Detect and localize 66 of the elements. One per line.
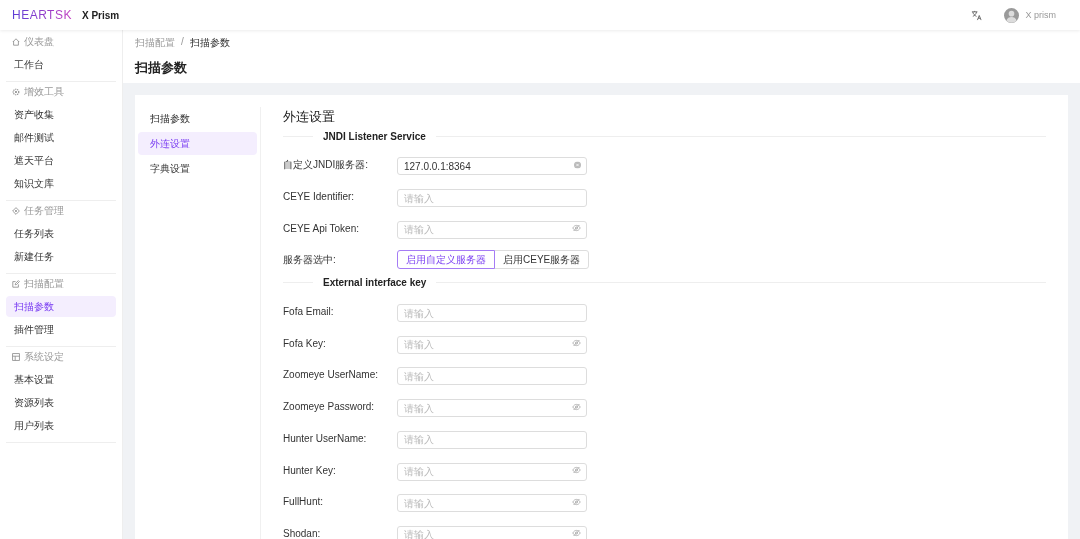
app-name: X Prism xyxy=(81,9,120,21)
form-title: 外连设置 xyxy=(283,108,336,126)
menu-group-title: 系统设定 xyxy=(24,350,64,364)
breadcrumb-item: 扫描参数 xyxy=(189,36,230,50)
option-button[interactable]: 启用自定义服务器 xyxy=(397,250,495,270)
field-label: CEYE Identifier: xyxy=(283,191,356,203)
diamond-icon xyxy=(12,207,20,215)
hidden-eye-icon[interactable] xyxy=(572,466,581,475)
avatar-icon[interactable] xyxy=(1004,7,1020,23)
menu-group-title: 扫描配置 xyxy=(24,277,64,291)
sidebar-item[interactable]: 邮件测试 xyxy=(6,127,116,148)
input-field[interactable]: 请输入 xyxy=(397,189,587,208)
sidebar-item[interactable]: 任务列表 xyxy=(6,223,116,244)
menu-group-title: 任务管理 xyxy=(24,204,64,218)
translate-icon[interactable] xyxy=(971,9,983,21)
section-heading: External interface key xyxy=(323,277,427,289)
field-label: Hunter Key: xyxy=(283,464,337,476)
field-label: 自定义JNDI服务器: xyxy=(283,157,369,172)
menu-group-title: 增效工具 xyxy=(24,85,64,99)
sidebar-item[interactable]: 扫描参数 xyxy=(6,296,116,317)
menu-group-title: 仪表盘 xyxy=(24,35,54,49)
field-label: Zoomeye Password: xyxy=(283,401,376,413)
sidebar-item[interactable]: 用户列表 xyxy=(6,415,116,436)
settings-menu-item[interactable]: 外连设置 xyxy=(138,132,257,155)
hidden-eye-icon[interactable] xyxy=(572,497,581,506)
edit-icon xyxy=(12,280,20,288)
settings-menu-item[interactable]: 扫描参数 xyxy=(138,107,257,130)
field-label: Fofa Email: xyxy=(283,306,335,318)
sidebar-item[interactable]: 资产收集 xyxy=(6,104,116,125)
sidebar-item[interactable]: 工作台 xyxy=(6,54,116,75)
home-icon xyxy=(12,38,20,46)
sidebar-item[interactable]: 遮天平台 xyxy=(6,150,116,171)
input-field[interactable]: 127.0.0.1:8364 xyxy=(397,157,587,176)
hidden-eye-icon[interactable] xyxy=(572,339,581,348)
field-label: Hunter UserName: xyxy=(283,432,368,444)
input-field[interactable]: 请输入 xyxy=(397,430,587,449)
hidden-eye-icon[interactable] xyxy=(572,224,581,233)
sidebar-item[interactable]: 新建任务 xyxy=(6,246,116,267)
field-label: FullHunt: xyxy=(283,496,324,508)
sidebar-item[interactable]: 知识文库 xyxy=(6,173,116,194)
sidebar-item[interactable]: 插件管理 xyxy=(6,319,116,340)
section-heading: JNDI Listener Service xyxy=(323,130,426,142)
input-field[interactable]: 请输入 xyxy=(397,367,587,386)
settings-menu-item[interactable]: 字典设置 xyxy=(138,157,257,180)
field-label: Zoomeye UserName: xyxy=(283,369,380,381)
sidebar-item[interactable]: 资源列表 xyxy=(6,392,116,413)
field-label: CEYE Api Token: xyxy=(283,222,360,234)
input-field[interactable]: 请输入 xyxy=(397,220,587,239)
field-label: Shodan: xyxy=(283,527,322,539)
gear-icon xyxy=(12,88,20,96)
breadcrumb-separator: / xyxy=(181,36,184,49)
clear-icon[interactable] xyxy=(574,161,581,169)
sidebar-item[interactable]: 基本设置 xyxy=(6,369,116,390)
hidden-eye-icon[interactable] xyxy=(572,402,581,411)
input-field[interactable]: 请输入 xyxy=(397,304,587,323)
input-field[interactable]: 请输入 xyxy=(397,462,587,481)
input-field[interactable]: 请输入 xyxy=(397,335,587,354)
field-label: 服务器选中: xyxy=(283,252,337,267)
input-field[interactable]: 请输入 xyxy=(397,494,587,513)
option-button[interactable]: 启用CEYE服务器 xyxy=(494,250,590,270)
hidden-eye-icon[interactable] xyxy=(572,529,581,538)
input-field[interactable]: 请输入 xyxy=(397,399,587,418)
logo: HEARTSK xyxy=(12,8,72,22)
page-title: 扫描参数 xyxy=(135,59,188,77)
grid-icon xyxy=(12,353,20,361)
field-label: Fofa Key: xyxy=(283,337,327,349)
